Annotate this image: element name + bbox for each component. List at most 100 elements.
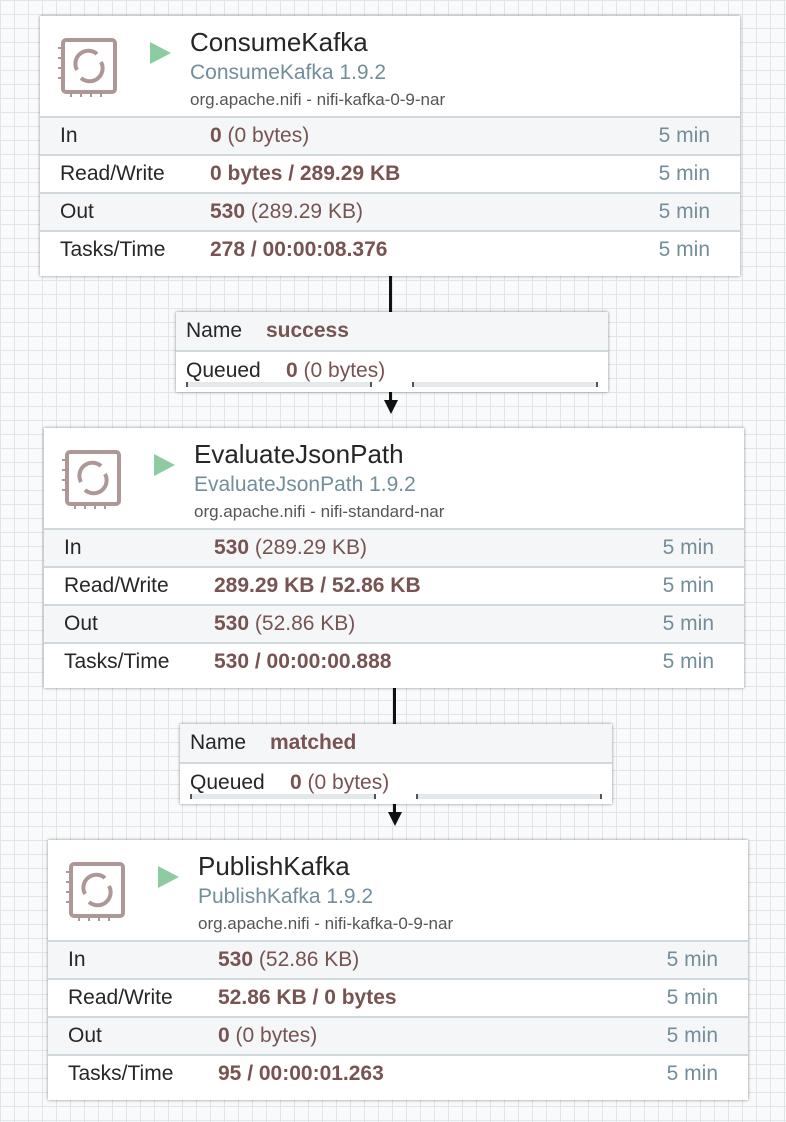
- stat-value: 52.86 KB / 0 bytes: [218, 986, 397, 1010]
- stat-count: 530: [218, 948, 254, 971]
- stat-label: Out: [64, 612, 98, 635]
- stat-label: Read/Write: [60, 162, 165, 185]
- stat-label: Tasks/Time: [68, 1062, 174, 1085]
- stat-row-out: Out 530 (52.86 KB) 5 min: [44, 604, 744, 642]
- stat-value: 530 (52.86 KB): [218, 948, 359, 972]
- stat-time: 5 min: [658, 238, 710, 261]
- stat-time: 5 min: [662, 612, 714, 635]
- stat-label: Tasks/Time: [64, 650, 170, 673]
- connection-name: success: [266, 319, 349, 343]
- stat-count: 530: [214, 612, 250, 635]
- processor-icon: [62, 450, 121, 509]
- connection-label-success[interactable]: Name success Queued 0 (0 bytes): [176, 312, 608, 392]
- processor-type: PublishKafka 1.9.2: [198, 885, 374, 908]
- run-status-icon[interactable]: [154, 454, 175, 476]
- stat-label: Tasks/Time: [60, 238, 166, 261]
- stat-count: 0: [218, 1024, 230, 1047]
- stat-label: In: [64, 536, 82, 559]
- stat-row-tasks-time: Tasks/Time 95 / 00:00:01.263 5 min: [48, 1054, 748, 1092]
- stat-row-in: In 530 (52.86 KB) 5 min: [48, 940, 748, 978]
- connection-name-row: Name success: [176, 312, 608, 352]
- processor-publish-kafka[interactable]: PublishKafka PublishKafka 1.9.2 org.apac…: [48, 840, 748, 1100]
- stat-row-read-write: Read/Write 0 bytes / 289.29 KB 5 min: [40, 154, 740, 192]
- processor-evaluate-json-path[interactable]: EvaluateJsonPath EvaluateJsonPath 1.9.2 …: [44, 428, 744, 688]
- processor-type: ConsumeKafka 1.9.2: [190, 61, 387, 84]
- stat-size: (52.86 KB): [254, 612, 356, 635]
- processor-bundle: org.apache.nifi - nifi-kafka-0-9-nar: [190, 90, 446, 109]
- stat-count: 289.29 KB / 52.86 KB: [214, 574, 421, 597]
- connection-name: matched: [270, 731, 356, 755]
- stat-row-tasks-time: Tasks/Time 530 / 00:00:00.888 5 min: [44, 642, 744, 680]
- connection-name-label: Name: [186, 319, 243, 342]
- stat-row-in: In 530 (289.29 KB) 5 min: [44, 528, 744, 566]
- stat-row-in: In 0 (0 bytes) 5 min: [40, 116, 740, 154]
- stat-count: 0 bytes / 289.29 KB: [210, 162, 401, 185]
- connection-name-value: success: [266, 319, 349, 342]
- processor-name: ConsumeKafka: [190, 27, 368, 57]
- stat-count: 530: [210, 200, 246, 223]
- processor-name: EvaluateJsonPath: [194, 439, 404, 469]
- stat-size: (289.29 KB): [250, 200, 363, 223]
- queued-size: (0 bytes): [303, 359, 386, 382]
- stat-row-tasks-time: Tasks/Time 278 / 00:00:08.376 5 min: [40, 230, 740, 268]
- stat-value: 0 bytes / 289.29 KB: [210, 162, 400, 186]
- stat-time: 5 min: [666, 986, 718, 1009]
- stat-value: 530 (289.29 KB): [210, 200, 363, 224]
- connection-queued-label: Queued: [186, 359, 261, 382]
- processor-icon: [58, 38, 117, 97]
- connection-label-matched[interactable]: Name matched Queued 0 (0 bytes): [180, 724, 612, 804]
- queue-count-bar: [186, 382, 372, 387]
- stat-row-out: Out 0 (0 bytes) 5 min: [48, 1016, 748, 1054]
- stat-size: (0 bytes): [227, 124, 310, 147]
- processor-bundle: org.apache.nifi - nifi-kafka-0-9-nar: [198, 914, 454, 933]
- stat-time: 5 min: [666, 1062, 718, 1085]
- stat-value: 95 / 00:00:01.263: [218, 1062, 384, 1086]
- stat-value: 0 (0 bytes): [218, 1024, 317, 1048]
- processor-consume-kafka[interactable]: ConsumeKafka ConsumeKafka 1.9.2 org.apac…: [40, 16, 740, 276]
- stat-label: Read/Write: [64, 574, 169, 597]
- processor-header: ConsumeKafka ConsumeKafka 1.9.2 org.apac…: [40, 16, 740, 116]
- connection-name-label: Name: [190, 731, 247, 754]
- stat-size: (289.29 KB): [254, 536, 367, 559]
- stat-count: 530 / 00:00:00.888: [214, 650, 392, 673]
- stat-count: 52.86 KB / 0 bytes: [218, 986, 397, 1009]
- stat-time: 5 min: [662, 650, 714, 673]
- stat-value: 0 (0 bytes): [210, 124, 309, 148]
- stat-label: In: [60, 124, 78, 147]
- stat-label: Read/Write: [68, 986, 173, 1009]
- stat-time: 5 min: [662, 536, 714, 559]
- processor-bundle: org.apache.nifi - nifi-standard-nar: [194, 502, 445, 521]
- stat-value: 289.29 KB / 52.86 KB: [214, 574, 421, 598]
- stat-row-out: Out 530 (289.29 KB) 5 min: [40, 192, 740, 230]
- stat-value: 530 (52.86 KB): [214, 612, 355, 636]
- stat-label: Out: [60, 200, 94, 223]
- stat-value: 278 / 00:00:08.376: [210, 238, 387, 262]
- processor-header: PublishKafka PublishKafka 1.9.2 org.apac…: [48, 840, 748, 940]
- stat-time: 5 min: [666, 948, 718, 971]
- queued-count: 0: [286, 359, 298, 382]
- stat-value: 530 / 00:00:00.888: [214, 650, 391, 674]
- queue-size-bar: [416, 794, 602, 799]
- processor-icon: [66, 862, 125, 921]
- connection-name-value: matched: [270, 731, 357, 754]
- stat-value: 530 (289.29 KB): [214, 536, 367, 560]
- connection-queued-value: 0 (0 bytes): [286, 359, 385, 383]
- stat-time: 5 min: [658, 162, 710, 185]
- run-status-icon[interactable]: [150, 42, 171, 64]
- stat-label: In: [68, 948, 86, 971]
- stat-count: 0: [210, 124, 222, 147]
- queued-size: (0 bytes): [307, 771, 390, 794]
- stat-size: (52.86 KB): [258, 948, 360, 971]
- stat-label: Out: [68, 1024, 102, 1047]
- run-status-icon[interactable]: [158, 866, 179, 888]
- processor-header: EvaluateJsonPath EvaluateJsonPath 1.9.2 …: [44, 428, 744, 528]
- queue-size-bar: [412, 382, 598, 387]
- stat-time: 5 min: [662, 574, 714, 597]
- stat-time: 5 min: [666, 1024, 718, 1047]
- stat-row-read-write: Read/Write 52.86 KB / 0 bytes 5 min: [48, 978, 748, 1016]
- stat-count: 95 / 00:00:01.263: [218, 1062, 384, 1085]
- stat-time: 5 min: [658, 124, 710, 147]
- stat-row-read-write: Read/Write 289.29 KB / 52.86 KB 5 min: [44, 566, 744, 604]
- stat-size: (0 bytes): [235, 1024, 318, 1047]
- stat-time: 5 min: [658, 200, 710, 223]
